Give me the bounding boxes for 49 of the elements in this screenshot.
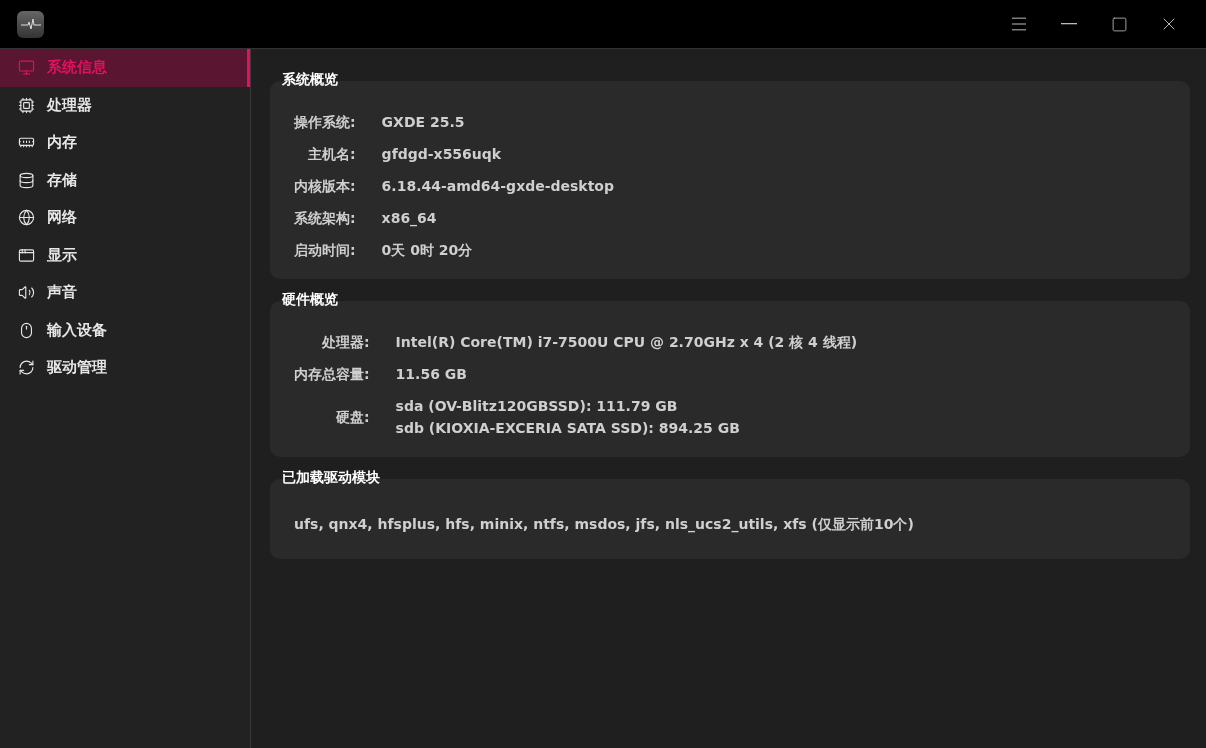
sidebar-label: 系统信息 xyxy=(47,58,107,78)
database-icon xyxy=(18,171,35,189)
field-label: 处理器: xyxy=(322,332,370,352)
sidebar-label: 声音 xyxy=(47,283,77,303)
sidebar-item[interactable]: 内存 xyxy=(0,124,250,162)
field-value: sda (OV-Blitz120GBSSD): 111.79 GB xyxy=(395,397,679,416)
sidebar-label: 网络 xyxy=(47,208,77,228)
section-title: 已加载驱动模块 xyxy=(281,469,381,487)
mouse-icon xyxy=(18,321,35,339)
field-value: sdb (KIOXIA-EXCERIA SATA SSD): 894.25 GB xyxy=(395,419,741,438)
maximize-icon xyxy=(1110,15,1128,33)
field-label: 启动时间: xyxy=(294,240,356,260)
field-label: 主机名: xyxy=(308,144,356,164)
sidebar-label: 存储 xyxy=(47,170,77,190)
sidebar-item[interactable]: 显示 xyxy=(0,236,250,274)
field-value: gfdgd-x556uqk xyxy=(381,145,503,164)
sidebar-item[interactable]: 驱动管理 xyxy=(0,349,250,387)
window-icon xyxy=(18,246,35,264)
refresh-icon xyxy=(18,359,35,377)
field-label: 操作系统: xyxy=(294,112,356,132)
section-title: 系统概览 xyxy=(281,71,339,89)
field-value: 0天 0时 20分 xyxy=(381,241,474,260)
chip-icon xyxy=(18,96,35,114)
field-value: Intel(R) Core(TM) i7-7500U CPU @ 2.70GHz x 4 (2 核 4 线程) xyxy=(395,333,859,352)
minimize-icon xyxy=(1061,23,1077,25)
sidebar-item[interactable]: 声音 xyxy=(0,274,250,312)
module-list: ufs, qnx4, hfsplus, hfs, minix, ntfs, msdos, jfs, nls_ucs2_utils, xfs (仅显示前10个) xyxy=(294,509,1166,541)
field-label: 内核版本: xyxy=(294,176,356,196)
section-title: 硬件概览 xyxy=(281,291,339,309)
monitor-icon xyxy=(18,59,35,77)
app-icon xyxy=(17,10,44,38)
globe-icon xyxy=(18,209,35,227)
sidebar-item[interactable]: 存储 xyxy=(0,161,250,199)
sidebar-label: 输入设备 xyxy=(47,320,107,340)
sidebar-label: 显示 xyxy=(47,245,77,265)
field-label: 内存总容量: xyxy=(294,364,370,384)
sidebar-label: 内存 xyxy=(47,133,77,153)
sidebar-label: 驱动管理 xyxy=(47,358,107,378)
speaker-icon xyxy=(18,284,35,302)
sidebar-label: 处理器 xyxy=(47,95,92,115)
sidebar-item[interactable]: 输入设备 xyxy=(0,311,250,349)
field-value: x86_64 xyxy=(381,209,438,229)
field-value: GXDE 25.5 xyxy=(381,113,466,132)
sidebar-item[interactable]: 网络 xyxy=(0,199,250,237)
field-label: 硬盘: xyxy=(336,407,370,427)
field-value: 11.56 GB xyxy=(395,365,468,384)
field-value: 6.18.44-amd64-gxde-desktop xyxy=(381,177,615,196)
sidebar-item[interactable]: 处理器 xyxy=(0,86,250,124)
field-label: 系统架构: xyxy=(294,208,356,228)
